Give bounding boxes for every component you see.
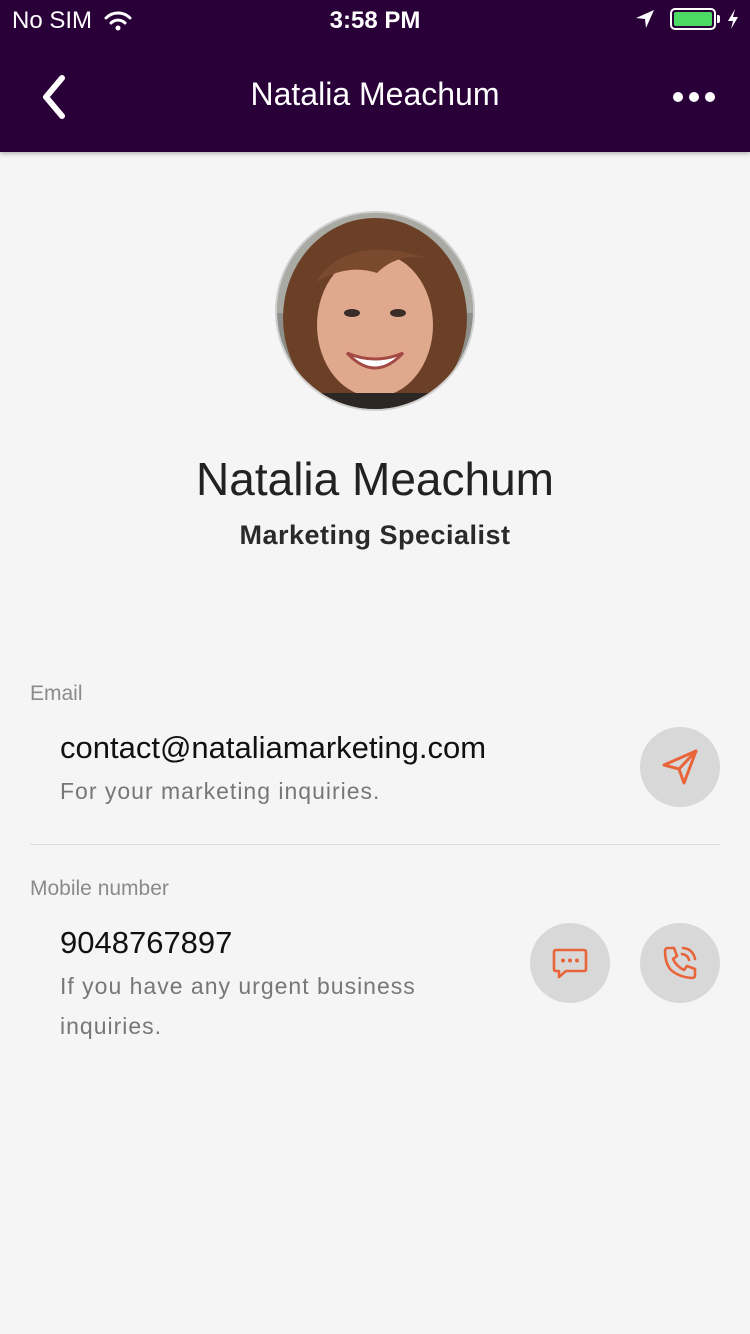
location-arrow-icon [636,10,654,28]
call-button[interactable] [640,923,720,1003]
charging-bolt-icon [728,9,738,29]
message-icon [552,948,588,979]
chevron-left-icon [43,75,65,119]
profile-role: Marketing Specialist [239,520,511,550]
battery-tip [717,15,720,23]
status-right-group [634,8,740,30]
send-email-button[interactable] [640,727,720,807]
phone-call-icon [663,946,697,980]
send-message-button[interactable] [530,923,610,1003]
more-options-button[interactable] [670,82,720,112]
mobile-value[interactable]: 9048767897 [60,925,232,961]
battery-icon [670,8,716,30]
send-icon [662,749,698,785]
mobile-label: Mobile number [30,877,169,900]
battery-level [674,12,712,26]
email-value[interactable]: contact@nataliamarketing.com [60,730,486,766]
email-label: Email [30,682,83,705]
top-bar: No SIM 3:58 PM Natalia Meachum [0,0,750,152]
mobile-description: If you have any urgent business inquirie… [60,973,416,1039]
back-button[interactable] [34,70,78,124]
nav-title: Natalia Meachum [250,76,500,112]
avatar [275,211,475,411]
avatar-photo [277,213,473,409]
section-divider [30,844,720,845]
profile-name: Natalia Meachum [196,453,554,505]
email-description: For your marketing inquiries. [60,778,381,804]
more-horizontal-icon [673,92,715,102]
status-bar: No SIM 3:58 PM [0,0,750,40]
